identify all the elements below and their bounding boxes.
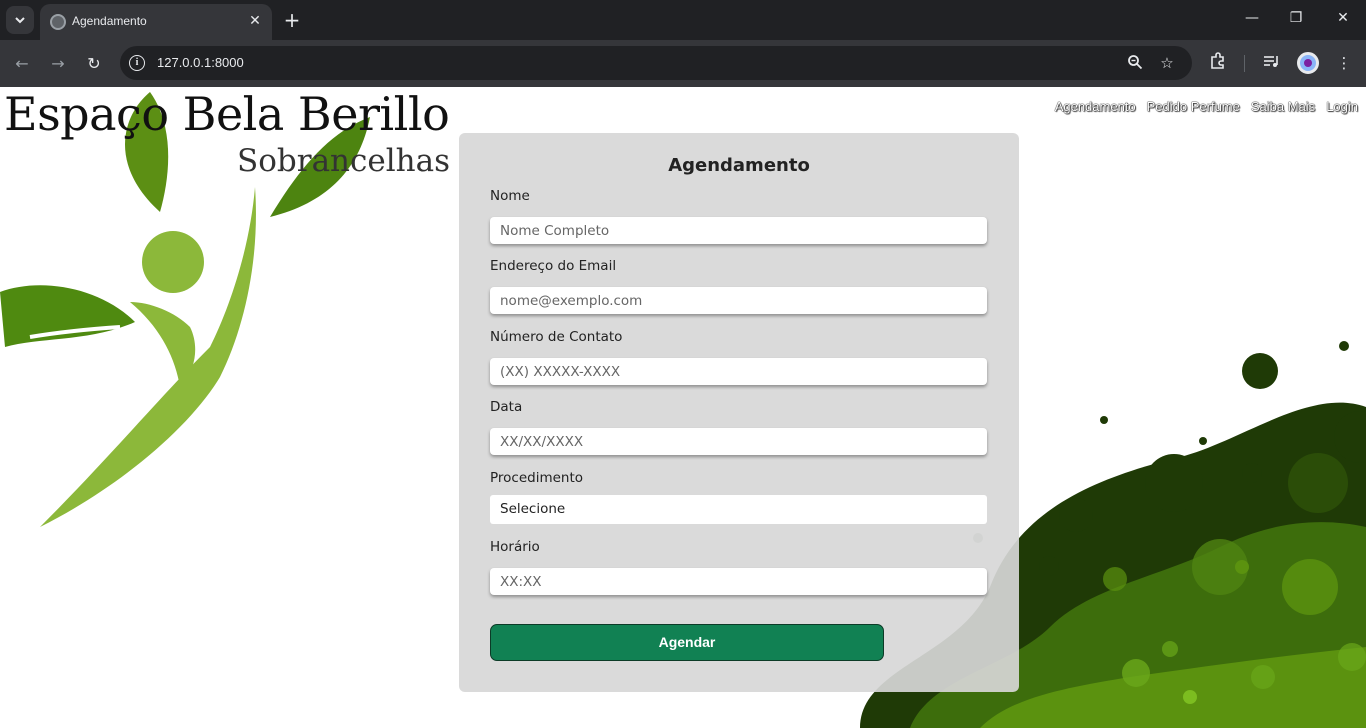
bookmark-star-icon[interactable]: ☆ bbox=[1158, 54, 1176, 72]
phone-input[interactable] bbox=[490, 358, 987, 385]
extensions-icon[interactable] bbox=[1207, 52, 1229, 74]
url-text[interactable]: 127.0.0.1:8000 bbox=[157, 55, 244, 70]
time-input[interactable] bbox=[490, 568, 987, 595]
zoom-icon[interactable] bbox=[1126, 54, 1144, 72]
globe-icon bbox=[50, 14, 66, 30]
address-bar[interactable]: i 127.0.0.1:8000 ☆ bbox=[120, 46, 1192, 80]
toolbar-divider bbox=[1244, 55, 1245, 72]
browser-tab-active[interactable]: Agendamento ✕ bbox=[40, 4, 272, 40]
nav-pedido-perfume[interactable]: Pedido Perfume bbox=[1147, 99, 1240, 114]
nav-saiba-mais[interactable]: Saiba Mais bbox=[1251, 99, 1315, 114]
browser-toolbar: ← → ↻ i 127.0.0.1:8000 ☆ ⋮ bbox=[0, 40, 1366, 87]
window-close-button[interactable]: ✕ bbox=[1333, 10, 1353, 26]
browser-tab-bar: Agendamento ✕ + — ❐ ✕ bbox=[0, 0, 1366, 40]
profile-avatar[interactable] bbox=[1297, 52, 1319, 74]
date-input[interactable] bbox=[490, 428, 987, 455]
brand-subtitle: Sobrancelhas bbox=[237, 143, 450, 179]
page-content: Espaço Bela Berillo Sobrancelhas Agendam… bbox=[0, 87, 1366, 728]
chevron-down-icon bbox=[15, 17, 25, 24]
nav-agendamento[interactable]: Agendamento bbox=[1055, 99, 1136, 114]
new-tab-button[interactable]: + bbox=[282, 8, 302, 32]
name-label: Nome bbox=[490, 188, 530, 204]
media-controls-icon[interactable] bbox=[1260, 52, 1282, 74]
back-button[interactable]: ← bbox=[10, 52, 34, 76]
procedure-label: Procedimento bbox=[490, 470, 584, 486]
email-input[interactable] bbox=[490, 287, 987, 314]
appointment-form: Agendamento Nome Endereço do Email Númer… bbox=[459, 133, 1019, 692]
brand-title: Espaço Bela Berillo bbox=[4, 87, 450, 141]
minimize-button[interactable]: — bbox=[1242, 10, 1262, 26]
tab-title: Agendamento bbox=[72, 14, 147, 28]
more-menu-icon[interactable]: ⋮ bbox=[1333, 52, 1355, 74]
date-label: Data bbox=[490, 399, 523, 415]
procedure-select[interactable]: Selecione bbox=[490, 495, 987, 524]
phone-label: Número de Contato bbox=[490, 329, 623, 345]
site-info-icon[interactable]: i bbox=[129, 55, 145, 71]
reload-button[interactable]: ↻ bbox=[82, 52, 106, 76]
name-input[interactable] bbox=[490, 217, 987, 244]
forward-button[interactable]: → bbox=[46, 52, 70, 76]
nav-login[interactable]: Login bbox=[1326, 99, 1358, 114]
restore-button[interactable]: ❐ bbox=[1286, 10, 1306, 26]
tab-close-button[interactable]: ✕ bbox=[246, 12, 264, 30]
top-nav: Agendamento Pedido Perfume Saiba Mais Lo… bbox=[1055, 99, 1358, 114]
time-label: Horário bbox=[490, 539, 540, 555]
form-title: Agendamento bbox=[668, 155, 810, 176]
email-label: Endereço do Email bbox=[490, 258, 617, 274]
schedule-button[interactable]: Agendar bbox=[490, 624, 884, 661]
tab-search-button[interactable] bbox=[6, 6, 34, 34]
